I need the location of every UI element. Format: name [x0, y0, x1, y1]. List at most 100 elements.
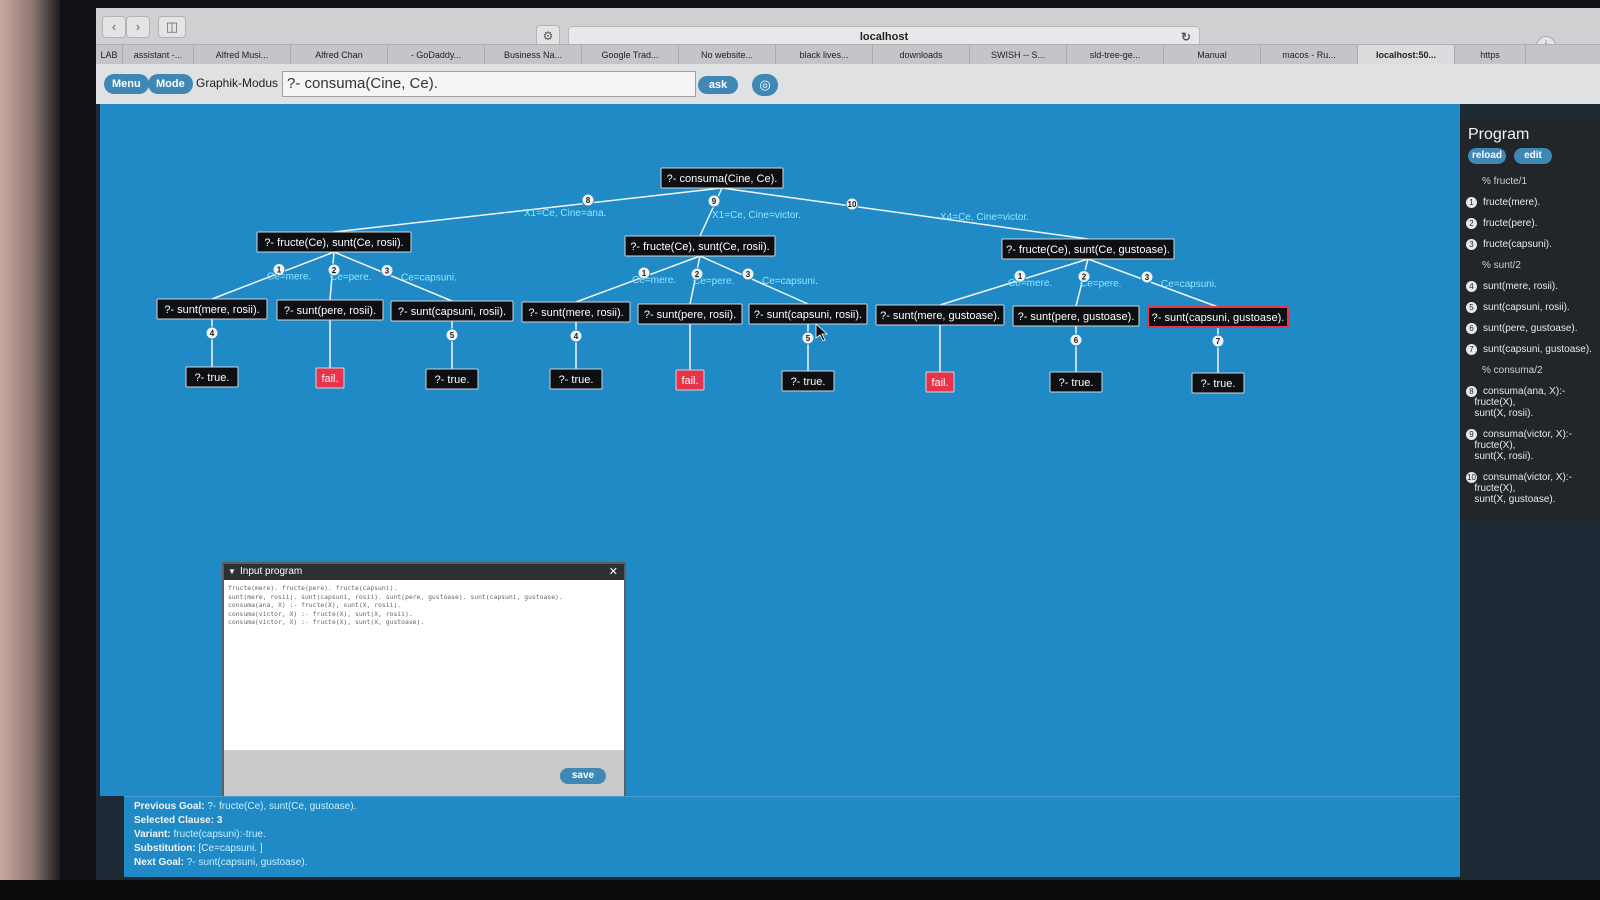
sidebar-icon[interactable]: ◫: [158, 16, 186, 38]
program-clause: 6 sunt(pere, gustoase).: [1466, 323, 1578, 334]
clause-number-badge: 9: [1466, 429, 1477, 440]
browser-tab[interactable]: SWISH -- S...: [970, 45, 1067, 65]
edge-number: 3: [385, 267, 390, 276]
clause-number-badge: 7: [1466, 344, 1477, 355]
back-icon[interactable]: ‹: [102, 16, 126, 38]
browser-tab[interactable]: assistant -...: [123, 45, 194, 65]
close-icon[interactable]: ✕: [609, 564, 618, 580]
dialog-title: Input program: [240, 566, 303, 577]
reload-button[interactable]: reload: [1468, 148, 1506, 164]
clause-number-badge: 8: [1466, 386, 1477, 397]
target-icon[interactable]: ◎: [752, 74, 778, 96]
browser-tab[interactable]: sld-tree-ge...: [1067, 45, 1164, 65]
program-panel: Program reload edit % fructe/1 1 fructe(me…: [1460, 120, 1600, 520]
clause-text: fructe(capsuni).: [1483, 239, 1552, 250]
program-clause: 5 sunt(capsuni, rosii).: [1466, 302, 1570, 313]
query-input[interactable]: ?- consuma(Cine, Ce).: [282, 71, 696, 97]
substitution-label: Ce=capsuni.: [401, 273, 457, 284]
edge-number: 5: [450, 331, 455, 340]
substitution-label: Substitution:: [134, 843, 196, 854]
substitution-label: Ce=capsuni.: [1161, 279, 1217, 290]
cursor-icon: [815, 323, 829, 342]
goal-node-label: ?- true.: [791, 376, 826, 388]
variant-line: Variant: fructe(capsuni):-true.: [134, 829, 266, 840]
edit-button[interactable]: edit: [1514, 148, 1552, 164]
variant-value: fructe(capsuni):-true.: [173, 829, 266, 840]
edge-number: 10: [848, 200, 857, 209]
browser-tab[interactable]: Alfred Musi...: [194, 45, 291, 65]
collapse-icon[interactable]: ▼: [228, 564, 236, 580]
goal-node-label: ?- sunt(mere, rosii).: [528, 307, 623, 319]
program-clause: 3 fructe(capsuni).: [1466, 239, 1552, 250]
clause-text: % sunt/2: [1482, 260, 1521, 271]
substitution-label: X1=Ce, Cine=victor.: [712, 210, 801, 221]
selected-clause-line: Selected Clause: 3: [134, 815, 222, 826]
browser-tab[interactable]: - GoDaddy...: [388, 45, 485, 65]
program-clause: 4 sunt(mere, rosii).: [1466, 281, 1558, 292]
app-toolbar: Menu Mode Graphik-Modus ?- consuma(Cine,…: [96, 64, 1600, 104]
browser-tab[interactable]: Google Trad...: [582, 45, 679, 65]
program-clause: 8 consuma(ana, X):- fructe(X), sunt(X, ro…: [1466, 386, 1565, 419]
dialog-header[interactable]: ▼ Input program ✕: [224, 564, 624, 580]
mode-button[interactable]: Mode: [148, 74, 193, 94]
edge-number: 3: [746, 270, 751, 279]
clause-text: sunt(capsuni, rosii).: [1483, 302, 1570, 313]
ask-button[interactable]: ask: [698, 76, 738, 94]
substitution-label: Ce=pere.: [693, 276, 734, 287]
forward-icon[interactable]: ›: [126, 16, 150, 38]
menu-button[interactable]: Menu: [104, 74, 149, 94]
next-goal-line: Next Goal: ?- sunt(capsuni, gustoase).: [134, 857, 307, 868]
clause-number-badge: 10: [1466, 472, 1477, 483]
clause-text: % fructe/1: [1482, 176, 1528, 187]
program-clause: 7 sunt(capsuni, gustoase).: [1466, 344, 1592, 355]
browser-tab[interactable]: https: [1455, 45, 1526, 65]
goal-node-label: fail.: [321, 373, 338, 385]
edge-number: 3: [1145, 273, 1150, 282]
substitution-label: Ce=capsuni.: [762, 276, 818, 287]
browser-tab[interactable]: macos - Ru...: [1261, 45, 1358, 65]
goal-node-label: ?- sunt(pere, rosii).: [284, 305, 376, 317]
browser-tab[interactable]: black lives...: [776, 45, 873, 65]
browser-tab[interactable]: Alfred Chan: [291, 45, 388, 65]
goal-node-label: ?- fructe(Ce), sunt(Ce, rosii).: [630, 241, 769, 253]
clause-text: consuma(ana, X):- fructe(X), sunt(X, ros…: [1474, 386, 1566, 419]
substitution-label: X1=Ce, Cine=ana.: [524, 208, 606, 219]
goal-node-label: ?- fructe(Ce), sunt(Ce, gustoase).: [1006, 244, 1170, 256]
goal-node-label: ?- consuma(Cine, Ce).: [667, 173, 778, 185]
goal-node-label: ?- sunt(capsuni, rosii).: [754, 309, 862, 321]
browser-tab[interactable]: downloads: [873, 45, 970, 65]
goal-node-label: ?- sunt(capsuni, rosii).: [398, 306, 506, 318]
previous-goal-value: ?- fructe(Ce), sunt(Ce, gustoase).: [207, 801, 357, 812]
tree-canvas: 8 9 10 X1=Ce, Cine=ana. X1=Ce, Cine=victor. X…: [100, 104, 1460, 822]
goal-node-label: ?- true.: [195, 372, 230, 384]
browser-tab[interactable]: LAB: [96, 45, 123, 65]
substitution-label: Ce=mere.: [632, 275, 676, 286]
goal-node-label: fail.: [931, 377, 948, 389]
program-textarea[interactable]: fructe(mere). fructe(pere). fructe(capsu…: [224, 580, 624, 750]
goal-node-label: ?- true.: [1059, 377, 1094, 389]
edge-number: 4: [574, 332, 579, 341]
clause-number-badge: 4: [1466, 281, 1477, 292]
program-comment: % consuma/2: [1466, 365, 1543, 376]
clause-text: sunt(pere, gustoase).: [1483, 323, 1578, 334]
browser-tab[interactable]: localhost:50...: [1358, 45, 1455, 65]
clause-number-badge: 3: [1466, 239, 1477, 250]
clause-text: fructe(pere).: [1483, 218, 1538, 229]
clause-number-badge: 6: [1466, 323, 1477, 334]
clause-text: sunt(mere, rosii).: [1483, 281, 1559, 292]
program-comment: % sunt/2: [1466, 260, 1521, 271]
clause-text: % consuma/2: [1482, 365, 1543, 376]
previous-goal-line: Previous Goal: ?- fructe(Ce), sunt(Ce, g…: [134, 801, 356, 812]
save-button[interactable]: save: [560, 768, 606, 784]
monitor-bezel-bottom: [0, 880, 1600, 900]
tab-bar: LAB assistant -... Alfred Musi... Alfred Ch…: [96, 44, 1600, 65]
browser-tab[interactable]: Business Na...: [485, 45, 582, 65]
edge-number: 8: [586, 196, 591, 205]
next-goal-label: Next Goal:: [134, 857, 185, 868]
browser-tab[interactable]: No website...: [679, 45, 776, 65]
clause-number-badge: 2: [1466, 218, 1477, 229]
substitution-label: X4=Ce, Cine=victor.: [940, 212, 1029, 223]
substitution-line: Substitution: [Ce=capsuni. ]: [134, 843, 263, 854]
browser-tab[interactable]: Manual: [1164, 45, 1261, 65]
goal-node-label: ?- sunt(capsuni, gustoase).: [1152, 312, 1285, 324]
